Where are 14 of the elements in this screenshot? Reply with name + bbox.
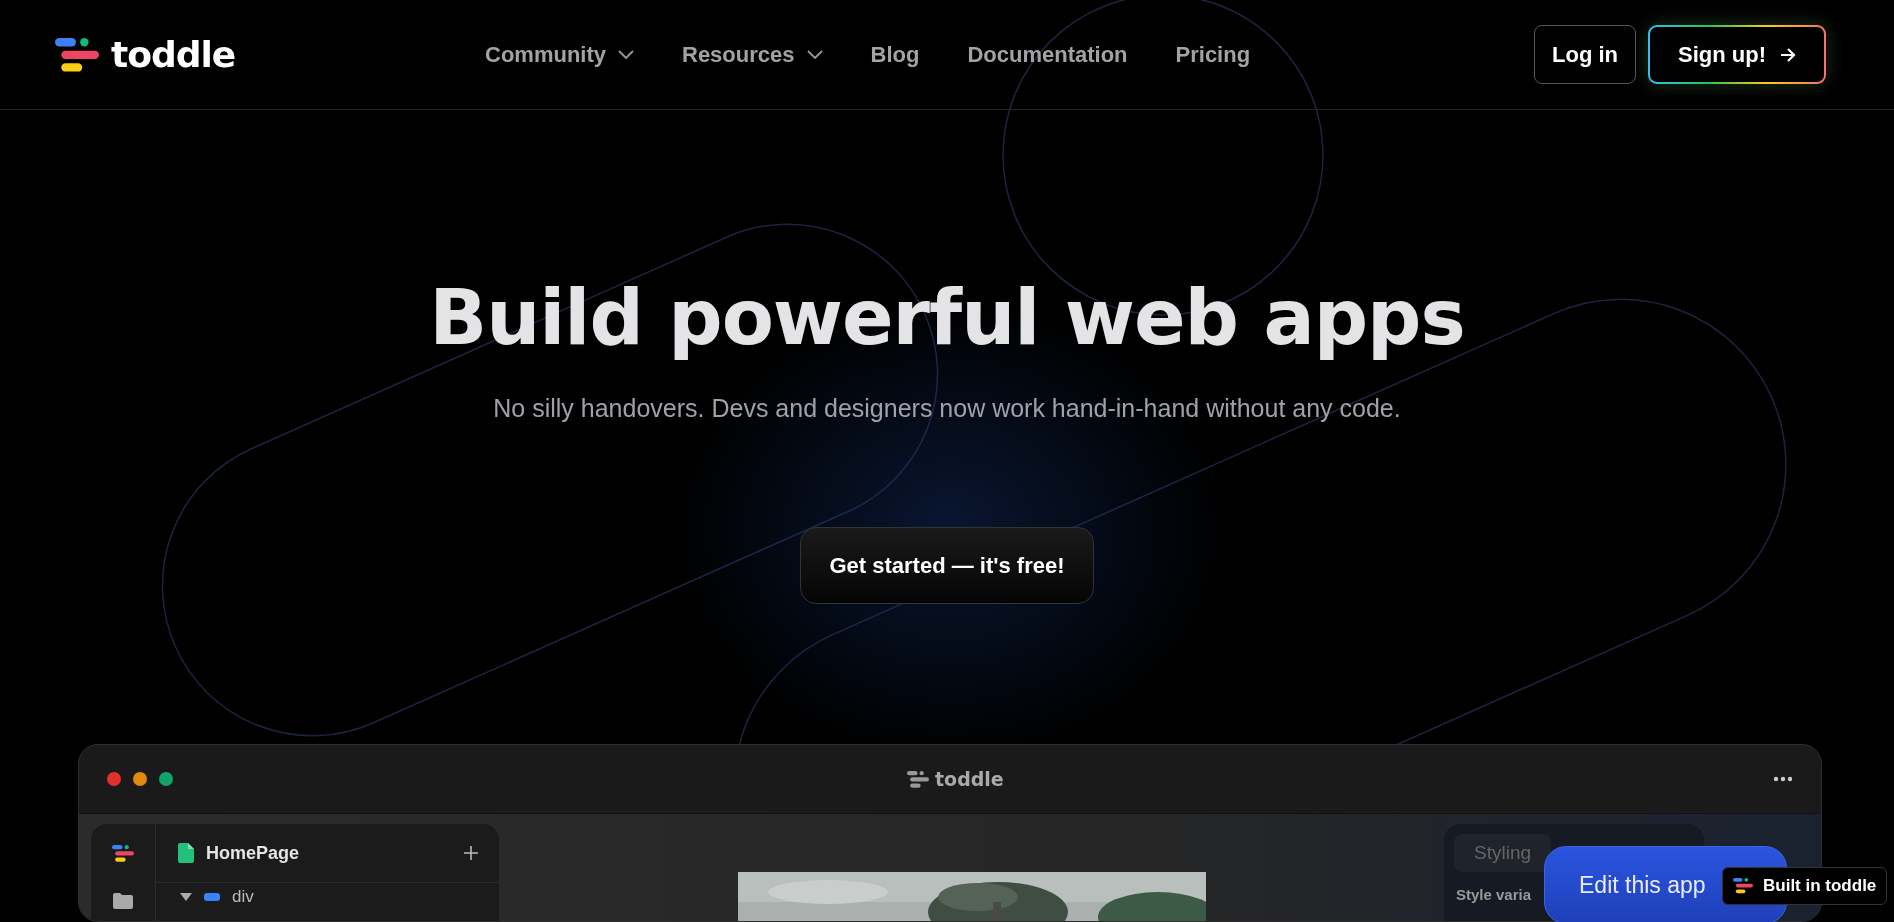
page-name[interactable]: HomePage [206,842,451,864]
hero-subtitle: No silly handovers. Devs and designers now work hand-in-hand without any code. [493,394,1401,423]
nav-link[interactable]: Blog [870,41,920,68]
nav-link[interactable]: Community [485,41,634,68]
nav-link[interactable]: Resources [682,41,823,68]
logo-text[interactable]: toddle [111,34,236,75]
get-started-button[interactable]: Get started — it's free! [800,527,1094,604]
tree-item[interactable]: div [232,887,254,907]
login-button[interactable]: Log in [1534,25,1636,84]
built-in-badge[interactable]: Built in toddle [1722,867,1888,905]
signup-button[interactable]: Sign up! [1648,25,1826,84]
nav-link[interactable]: Documentation [967,41,1128,68]
window-title: toddle [935,768,1004,790]
nav-link[interactable]: Pricing [1175,41,1251,68]
